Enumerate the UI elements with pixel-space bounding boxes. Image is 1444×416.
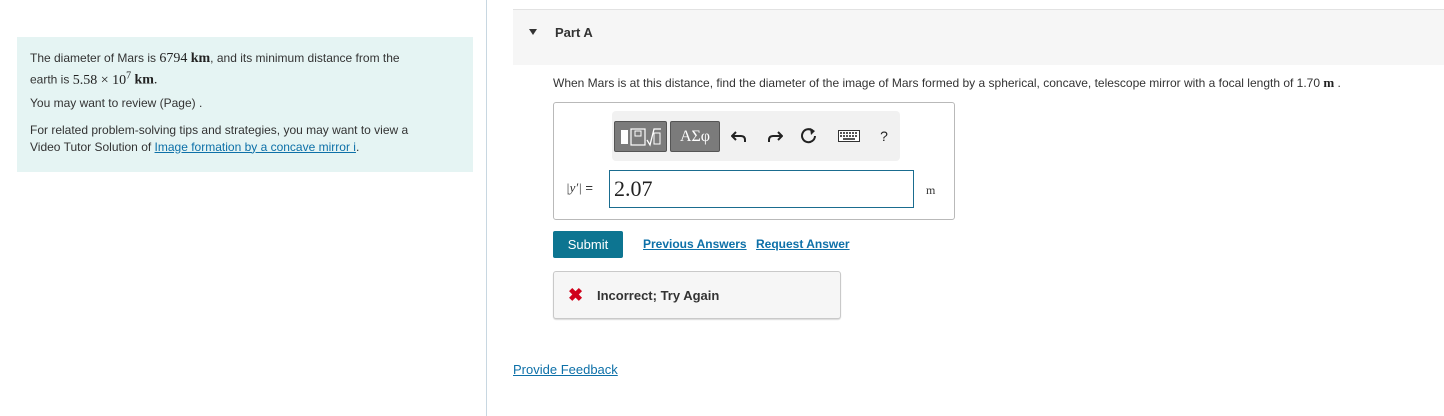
feedback-status: Incorrect; Try Again bbox=[597, 288, 720, 303]
statement-mid: , and its minimum distance from the bbox=[210, 51, 400, 65]
keyboard-icon[interactable] bbox=[837, 126, 861, 146]
answer-unit: m bbox=[926, 183, 936, 197]
redo-icon[interactable] bbox=[765, 126, 785, 146]
answer-label: |y′| = bbox=[566, 180, 593, 195]
submit-button[interactable]: Submit bbox=[553, 231, 623, 258]
previous-answers-link[interactable]: Previous Answers bbox=[643, 237, 747, 251]
statement-line2-prefix: earth is bbox=[30, 72, 73, 87]
unit-km: km bbox=[190, 51, 211, 66]
collapse-caret-icon[interactable] bbox=[529, 29, 537, 35]
distance-value: 5.58 × 107 bbox=[72, 70, 132, 88]
greek-letters-button[interactable]: ΑΣφ bbox=[670, 121, 720, 152]
request-answer-link[interactable]: Request Answer bbox=[756, 237, 850, 251]
tips-text: For related problem-solving tips and str… bbox=[30, 122, 409, 154]
answer-box: ΑΣφ ? |y′| = 2.07 m bbox=[553, 102, 955, 220]
help-icon[interactable]: ? bbox=[874, 126, 894, 146]
reset-icon[interactable] bbox=[799, 126, 819, 146]
question-text: When Mars is at this distance, find the … bbox=[553, 75, 1341, 90]
feedback-box: ✖ Incorrect; Try Again bbox=[553, 271, 841, 319]
templates-icon bbox=[620, 127, 661, 147]
answer-input[interactable]: 2.07 bbox=[609, 170, 914, 208]
statement-prefix: The diameter of Mars is bbox=[30, 51, 160, 65]
templates-button[interactable] bbox=[614, 121, 667, 152]
undo-icon[interactable] bbox=[729, 126, 749, 146]
mars-diameter-value: 6794 bbox=[159, 51, 188, 66]
part-a-header[interactable]: Part A bbox=[513, 9, 1444, 65]
problem-statement: The diameter of Mars is 6794 km, and its… bbox=[30, 51, 400, 88]
unit-km-2: km bbox=[134, 72, 154, 88]
incorrect-x-icon: ✖ bbox=[568, 285, 584, 305]
info-panel: The diameter of Mars is 6794 km, and its… bbox=[17, 37, 473, 172]
provide-feedback-link[interactable]: Provide Feedback bbox=[513, 362, 618, 377]
focal-length-unit: m bbox=[1323, 75, 1335, 90]
column-divider bbox=[486, 0, 487, 416]
review-text: You may want to review (Page) . bbox=[30, 95, 203, 110]
math-toolbar: ΑΣφ ? bbox=[612, 111, 900, 161]
video-tutor-link[interactable]: Image formation by a concave mirror i bbox=[155, 140, 356, 154]
part-title: Part A bbox=[555, 25, 593, 40]
